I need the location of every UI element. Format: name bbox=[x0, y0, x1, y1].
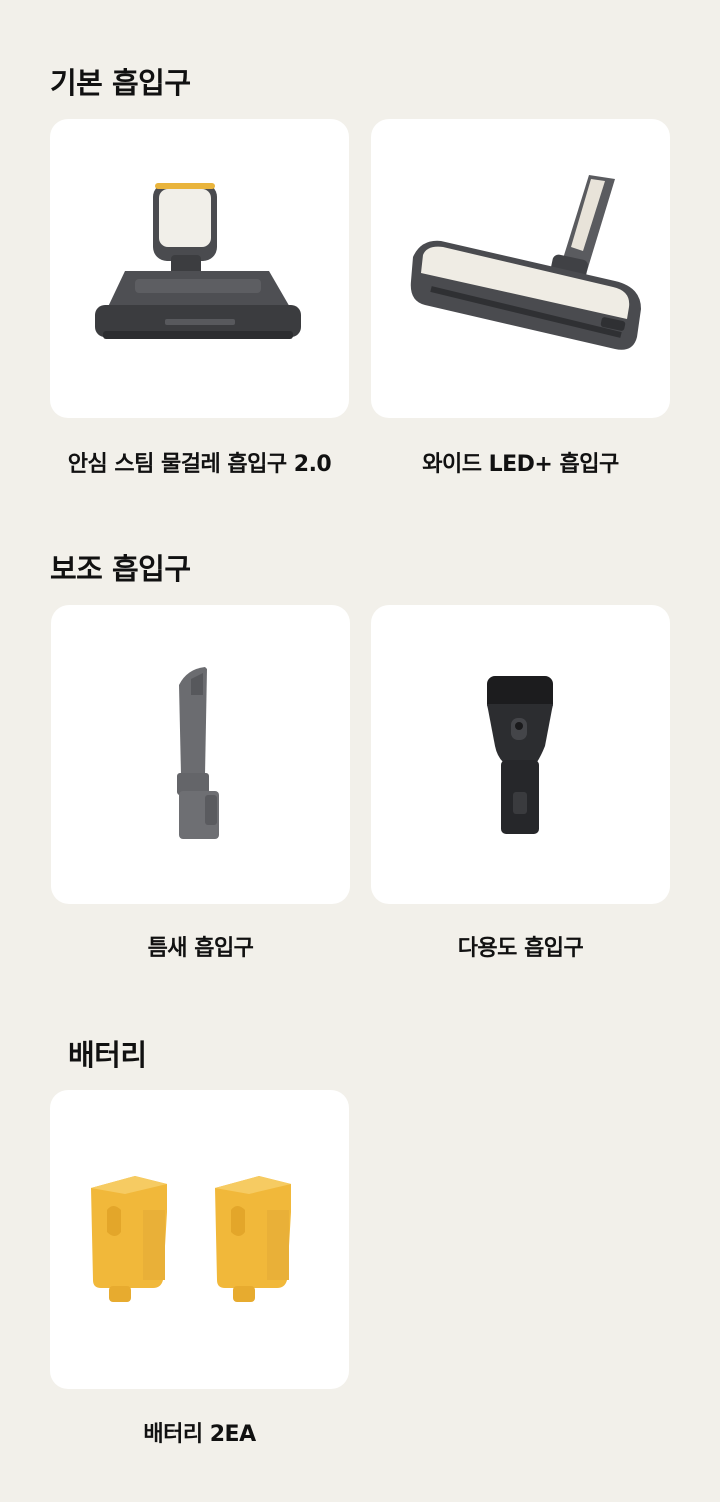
product-label-multi-purpose-nozzle: 다용도 흡입구 bbox=[457, 936, 584, 961]
section-title-basic-nozzles: 기본 흡입구 bbox=[50, 66, 191, 100]
product-card-steam-mop-nozzle[interactable] bbox=[50, 119, 349, 418]
crevice-nozzle-image bbox=[176, 666, 219, 839]
product-card-battery[interactable] bbox=[50, 1090, 349, 1389]
product-label-battery: 배터리 2EA bbox=[143, 1422, 256, 1447]
battery-pack-image bbox=[90, 1175, 291, 1302]
product-card-wide-led-nozzle[interactable] bbox=[371, 119, 670, 418]
section-title-auxiliary-nozzles: 보조 흡입구 bbox=[50, 552, 191, 586]
wide-led-nozzle-image bbox=[410, 174, 641, 350]
product-card-multi-purpose-nozzle[interactable] bbox=[371, 605, 670, 904]
product-card-crevice-nozzle[interactable] bbox=[51, 605, 350, 904]
section-title-battery: 배터리 bbox=[68, 1038, 147, 1072]
product-label-wide-led-nozzle: 와이드 LED+ 흡입구 bbox=[422, 452, 619, 477]
multi-purpose-nozzle-image bbox=[486, 675, 553, 834]
product-label-crevice-nozzle: 틈새 흡입구 bbox=[147, 936, 254, 961]
steam-mop-nozzle-image bbox=[94, 182, 301, 339]
product-label-steam-mop-nozzle: 안심 스팀 물걸레 흡입구 2.0 bbox=[67, 452, 332, 477]
